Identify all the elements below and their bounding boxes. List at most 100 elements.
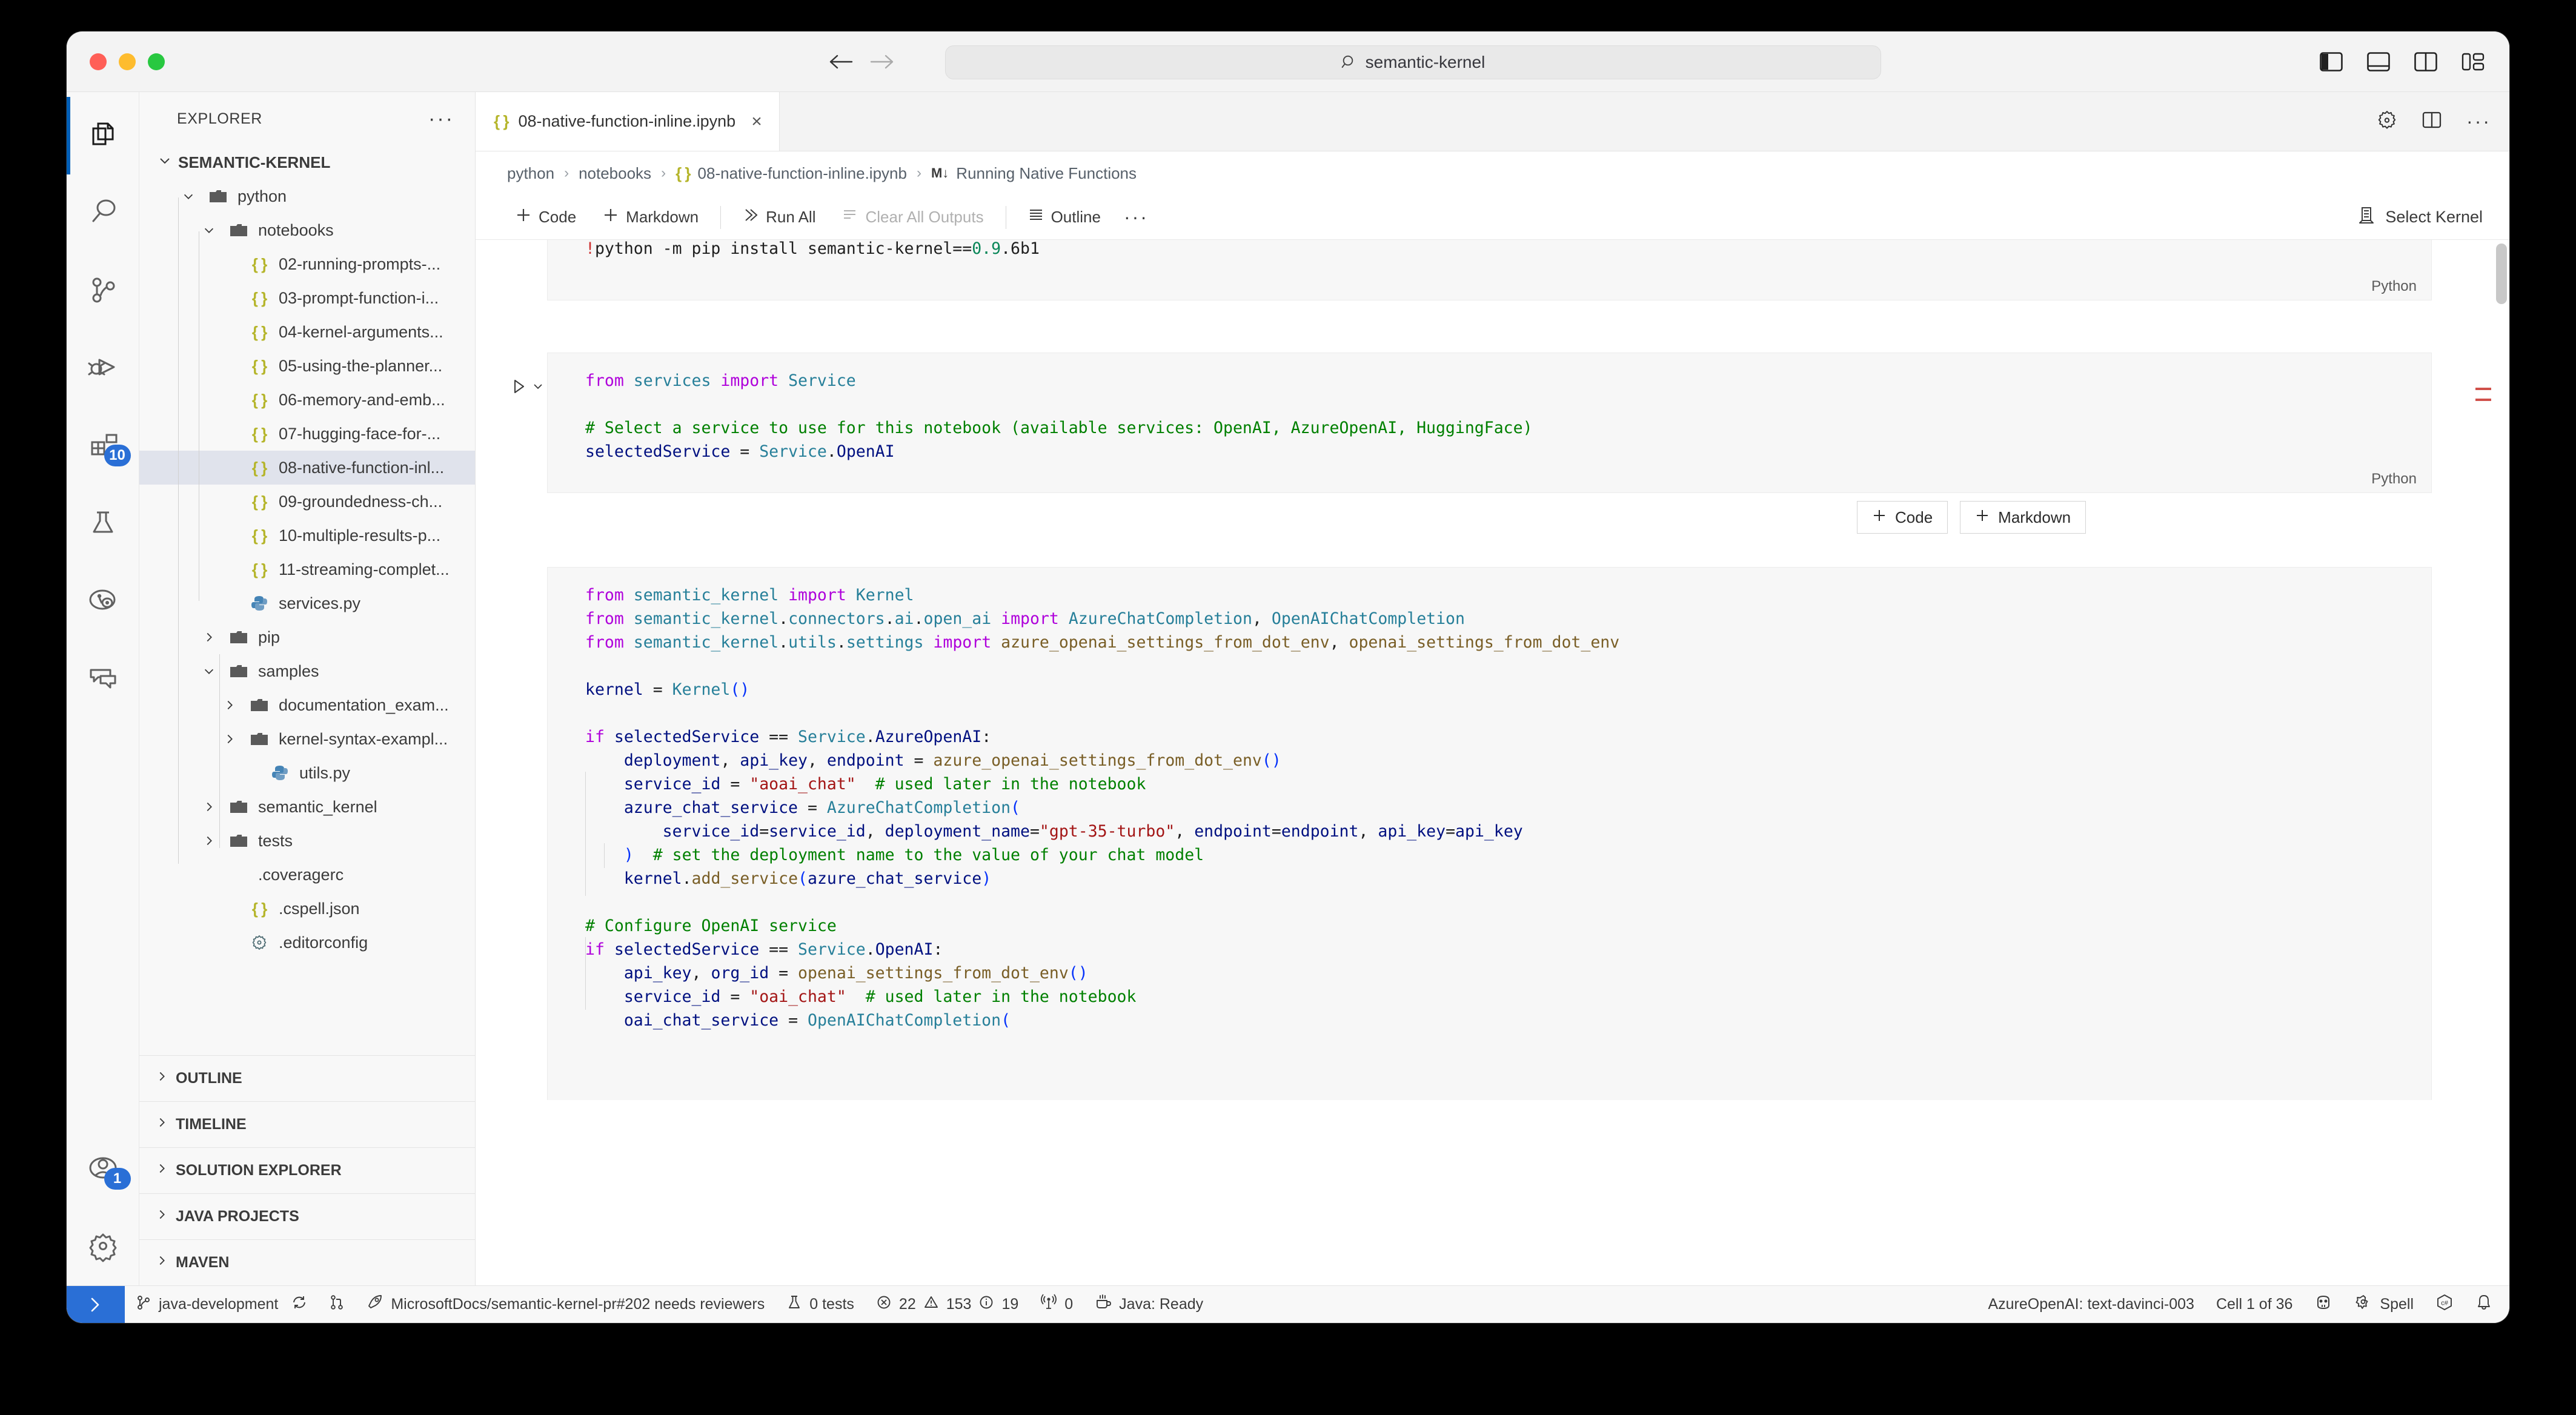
- tree-item-cspell-json[interactable]: { } .cspell.json: [139, 892, 475, 926]
- sidebar-item-testing[interactable]: [67, 485, 139, 562]
- tree-item-documentation-exam[interactable]: documentation_exam...: [139, 688, 475, 722]
- status-csharp[interactable]: c#: [2425, 1286, 2465, 1324]
- select-kernel-button[interactable]: Select Kernel: [2357, 206, 2483, 228]
- tree-item-07-hugging-face-for[interactable]: { } 07-hugging-face-for-...: [139, 417, 475, 451]
- cell-input-1[interactable]: !python -m pip install semantic-kernel==…: [547, 240, 2432, 300]
- status-ports[interactable]: 0: [1029, 1286, 1084, 1324]
- sidebar-item-accounts[interactable]: 1: [67, 1130, 139, 1208]
- cell-input-3[interactable]: from semantic_kernel import Kernel from …: [547, 567, 2432, 1100]
- more-icon[interactable]: ···: [2466, 110, 2491, 133]
- close-tab-icon[interactable]: ×: [751, 111, 762, 132]
- tree-root-semantic-kernel[interactable]: SEMANTIC-KERNEL: [139, 145, 475, 179]
- sidebar-item-chat[interactable]: [67, 640, 139, 717]
- file-tree[interactable]: SEMANTIC-KERNEL python notebooks { } 02-run…: [139, 145, 475, 1055]
- clear-all-outputs-button[interactable]: Clear All Outputs: [829, 201, 997, 234]
- tree-item-05-using-the-planner[interactable]: { } 05-using-the-planner...: [139, 349, 475, 383]
- tree-item-kernel-syntax-exampl[interactable]: kernel-syntax-exampl...: [139, 722, 475, 756]
- status-errors[interactable]: 22: [865, 1286, 920, 1324]
- tree-item-pip[interactable]: pip: [139, 620, 475, 654]
- status-java[interactable]: Java: Ready: [1084, 1286, 1214, 1324]
- sidebar-item-extensions[interactable]: 10: [67, 407, 139, 485]
- sidebar-section-outline[interactable]: OUTLINE: [139, 1055, 475, 1101]
- tree-item-notebooks[interactable]: notebooks: [139, 213, 475, 247]
- sidebar-section-maven[interactable]: MAVEN: [139, 1239, 475, 1285]
- forward-arrow-icon[interactable]: [868, 48, 896, 76]
- explorer-more-icon[interactable]: ···: [428, 108, 454, 129]
- editor-scrollbar[interactable]: [2496, 244, 2507, 304]
- notebook-cell-3[interactable]: from semantic_kernel import Kernel from …: [476, 567, 2509, 1100]
- status-cell-position[interactable]: Cell 1 of 36: [2205, 1286, 2303, 1324]
- tree-item-09-groundedness-ch[interactable]: { } 09-groundedness-ch...: [139, 485, 475, 519]
- tree-item-coveragerc[interactable]: .coveragerc: [139, 858, 475, 892]
- status-pull-request[interactable]: [318, 1286, 356, 1324]
- sidebar-section-solution-explorer[interactable]: SOLUTION EXPLORER: [139, 1147, 475, 1193]
- tab-08-native-function-inline[interactable]: { } 08-native-function-inline.ipynb ×: [476, 92, 780, 151]
- cell-language-2[interactable]: Python: [2371, 471, 2417, 488]
- status-problems-group[interactable]: 22 153 19: [865, 1286, 1029, 1324]
- status-model[interactable]: AzureOpenAI: text-davinci-003: [1977, 1286, 2205, 1324]
- maximize-window-button[interactable]: [148, 53, 165, 70]
- customize-layout-icon[interactable]: [2460, 48, 2486, 75]
- status-notifications[interactable]: [2465, 1286, 2503, 1324]
- outline-button[interactable]: Outline: [1015, 201, 1114, 234]
- notebook-more-icon[interactable]: ···: [1114, 206, 1158, 228]
- sidebar-item-manage[interactable]: [67, 1208, 139, 1285]
- sync-icon[interactable]: [291, 1294, 307, 1314]
- status-branch[interactable]: java-development: [125, 1286, 318, 1324]
- sidebar-item-run-and-debug[interactable]: [67, 330, 139, 407]
- add-code-cell-button[interactable]: Code: [502, 201, 589, 234]
- breadcrumb-item-notebooks[interactable]: notebooks: [579, 164, 651, 183]
- sidebar-section-timeline[interactable]: TIMELINE: [139, 1101, 475, 1147]
- run-cell-2-button[interactable]: [511, 378, 543, 395]
- breadcrumb-item-section[interactable]: Running Native Functions: [956, 164, 1137, 183]
- minimize-window-button[interactable]: [119, 53, 136, 70]
- tree-item-11-streaming-complet[interactable]: { } 11-streaming-complet...: [139, 552, 475, 586]
- tree-item-services-py[interactable]: services.py: [139, 586, 475, 620]
- tree-item-utils-py[interactable]: utils.py: [139, 756, 475, 790]
- tree-item-08-native-function-inl[interactable]: { } 08-native-function-inl...: [139, 451, 475, 485]
- command-center-search[interactable]: semantic-kernel: [945, 45, 1881, 79]
- toggle-secondary-sidebar-icon[interactable]: [2412, 48, 2439, 75]
- sidebar-item-search[interactable]: [67, 174, 139, 252]
- cell-input-2[interactable]: from services import Service # Select a …: [547, 353, 2432, 493]
- status-infos[interactable]: 19: [975, 1286, 1029, 1324]
- sidebar-item-azure[interactable]: [67, 562, 139, 640]
- notebook-canvas[interactable]: !python -m pip install semantic-kernel==…: [476, 240, 2509, 1285]
- cell-code-3[interactable]: from semantic_kernel import Kernel from …: [548, 568, 2431, 1048]
- status-copilot[interactable]: [2303, 1286, 2343, 1324]
- tree-item-10-multiple-results-p[interactable]: { } 10-multiple-results-p...: [139, 519, 475, 552]
- cell-code-2[interactable]: from services import Service # Select a …: [548, 353, 2431, 479]
- gear-icon[interactable]: [2377, 110, 2397, 133]
- sidebar-section-java-projects[interactable]: JAVA PROJECTS: [139, 1193, 475, 1239]
- tree-item-04-kernel-arguments[interactable]: { } 04-kernel-arguments...: [139, 315, 475, 349]
- tree-item-python[interactable]: python: [139, 179, 475, 213]
- tree-item-02-running-prompts[interactable]: { } 02-running-prompts-...: [139, 247, 475, 281]
- tree-item-03-prompt-function-i[interactable]: { } 03-prompt-function-i...: [139, 281, 475, 315]
- breadcrumb-item-python[interactable]: python: [507, 164, 554, 183]
- sidebar-item-source-control[interactable]: [67, 252, 139, 330]
- sidebar-item-explorer[interactable]: [67, 97, 139, 174]
- status-pr-review[interactable]: MicrosoftDocs/semantic-kernel-pr#202 nee…: [356, 1286, 775, 1324]
- inline-add-code-button[interactable]: Code: [1857, 501, 1948, 534]
- tree-item-semantic-kernel[interactable]: semantic_kernel: [139, 790, 475, 824]
- split-editor-icon[interactable]: [2422, 110, 2442, 133]
- notebook-cell-1[interactable]: !python -m pip install semantic-kernel==…: [476, 240, 2509, 300]
- cell-code-1[interactable]: !python -m pip install semantic-kernel==…: [548, 240, 2431, 276]
- tree-item-tests[interactable]: tests: [139, 824, 475, 858]
- breadcrumb-item-file[interactable]: 08-native-function-inline.ipynb: [698, 164, 907, 183]
- cell-language-1[interactable]: Python: [2371, 278, 2417, 295]
- toggle-panel-icon[interactable]: [2365, 48, 2392, 75]
- status-warnings[interactable]: 153: [920, 1286, 975, 1324]
- status-spell[interactable]: Spell: [2343, 1286, 2425, 1324]
- tree-item-06-memory-and-emb[interactable]: { } 06-memory-and-emb...: [139, 383, 475, 417]
- tree-item-samples[interactable]: samples: [139, 654, 475, 688]
- tree-item-editorconfig[interactable]: .editorconfig: [139, 926, 475, 959]
- status-tests[interactable]: 0 tests: [775, 1286, 865, 1324]
- toggle-primary-sidebar-icon[interactable]: [2318, 48, 2345, 75]
- notebook-cell-2[interactable]: from services import Service # Select a …: [476, 353, 2509, 534]
- run-all-button[interactable]: Run All: [729, 201, 829, 234]
- add-markdown-cell-button[interactable]: Markdown: [589, 201, 712, 234]
- remote-indicator-icon[interactable]: [67, 1285, 125, 1323]
- close-window-button[interactable]: [90, 53, 107, 70]
- back-arrow-icon[interactable]: [827, 48, 855, 76]
